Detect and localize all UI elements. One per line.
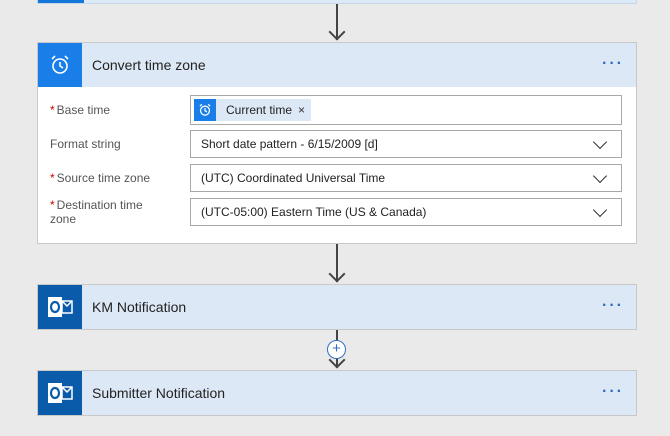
arrow-head <box>328 23 346 41</box>
source-time-zone-row: * Source time zone (UTC) Coordinated Univ… <box>50 161 622 195</box>
card-header[interactable]: Submitter Notification ··· <box>38 371 636 415</box>
destination-time-zone-label: * Destination time zone <box>50 198 190 226</box>
chevron-down-icon[interactable] <box>592 202 608 218</box>
required-marker: * <box>50 103 55 117</box>
source-time-zone-label-text: Source time zone <box>56 171 151 185</box>
card-title: Convert time zone <box>92 57 206 73</box>
source-time-zone-value: (UTC) Coordinated Universal Time <box>201 171 386 185</box>
insert-step-button[interactable]: + <box>327 340 346 359</box>
destination-time-zone-row: * Destination time zone (UTC-05:00) Easte… <box>50 195 622 229</box>
source-time-zone-dropdown[interactable]: (UTC) Coordinated Universal Time <box>190 164 622 192</box>
km-notification-card[interactable]: KM Notification ··· <box>37 284 637 330</box>
card-header[interactable]: KM Notification ··· <box>38 285 636 329</box>
token-remove-button[interactable]: × <box>296 103 311 117</box>
card-title: KM Notification <box>92 299 187 315</box>
more-options-button[interactable]: ··· <box>602 297 624 315</box>
base-time-label-text: Base time <box>56 103 111 117</box>
destination-time-zone-label-text: Destination time zone <box>50 198 143 226</box>
convert-time-zone-card: Convert time zone ··· * Base time Current… <box>37 42 637 244</box>
dynamic-content-token[interactable]: Current time × <box>194 99 312 121</box>
format-string-row: Format string Short date pattern - 6/15/… <box>50 127 622 161</box>
format-string-dropdown[interactable]: Short date pattern - 6/15/2009 [d] <box>190 130 622 158</box>
required-marker: * <box>50 198 55 212</box>
token-label: Current time <box>226 103 293 117</box>
format-string-value: Short date pattern - 6/15/2009 [d] <box>201 137 378 151</box>
card-title: Submitter Notification <box>92 385 226 401</box>
destination-time-zone-dropdown[interactable]: (UTC-05:00) Eastern Time (US & Canada) <box>190 198 622 226</box>
outlook-icon <box>38 285 82 329</box>
source-time-zone-label: * Source time zone <box>50 171 190 185</box>
destination-time-zone-value: (UTC-05:00) Eastern Time (US & Canada) <box>201 205 427 219</box>
previous-step-icon <box>38 0 84 3</box>
action-form: *Base time Current time × Format string <box>38 87 636 239</box>
chevron-down-icon[interactable] <box>592 168 608 184</box>
submitter-notification-card[interactable]: Submitter Notification ··· <box>37 370 637 416</box>
alarm-clock-icon <box>38 43 82 87</box>
format-string-label: Format string <box>50 137 121 151</box>
base-time-label: * Base time <box>50 103 190 117</box>
outlook-icon <box>38 371 82 415</box>
arrow-head <box>328 265 346 283</box>
more-options-button[interactable]: ··· <box>602 383 624 401</box>
base-time-row: * Base time Current time × <box>50 93 622 127</box>
required-marker: * <box>50 171 55 185</box>
alarm-clock-icon <box>194 99 216 121</box>
chevron-down-icon[interactable] <box>592 134 608 150</box>
more-options-button[interactable]: ··· <box>602 55 624 73</box>
base-time-input[interactable]: Current time × <box>190 95 622 125</box>
card-header[interactable]: Convert time zone ··· <box>38 43 636 87</box>
